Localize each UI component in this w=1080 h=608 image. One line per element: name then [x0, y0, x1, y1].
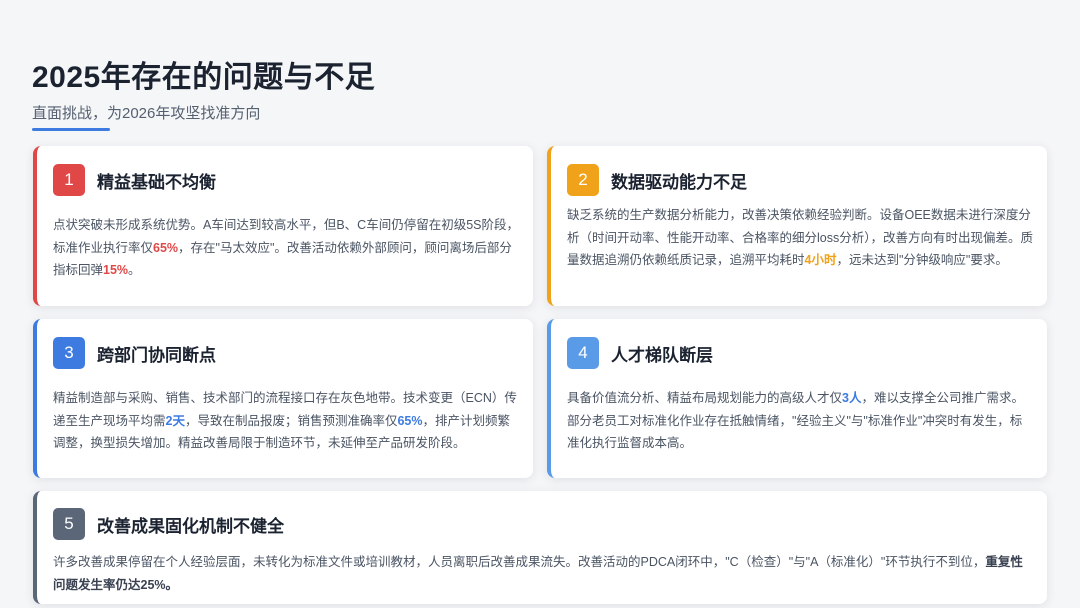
card-body: 具备价值流分析、精益布局规划能力的高级人才仅3人，难以支撑全公司推广需求。部分老…	[567, 387, 1033, 455]
title-underline	[32, 128, 110, 131]
card-header: 1 精益基础不均衡	[53, 164, 216, 196]
card-body: 许多改善成果停留在个人经验层面，未转化为标准文件或培训教材，人员离职后改善成果流…	[53, 551, 1033, 596]
card-title: 精益基础不均衡	[97, 172, 216, 192]
issue-card-2: 2 数据驱动能力不足 缺乏系统的生产数据分析能力，改善决策依赖经验判断。设备OE…	[547, 146, 1047, 306]
page-subtitle: 直面挑战，为2026年攻坚找准方向	[32, 105, 261, 122]
body-text: 。	[128, 263, 141, 277]
highlight-value: 2天	[165, 413, 185, 428]
card-number-badge: 4	[567, 337, 599, 369]
issue-card-5: 5 改善成果固化机制不健全 许多改善成果停留在个人经验层面，未转化为标准文件或培…	[33, 491, 1047, 604]
body-text: 许多改善成果停留在个人经验层面，未转化为标准文件或培训教材，人员离职后改善成果流…	[53, 555, 986, 569]
highlight-value: 3人	[842, 391, 862, 405]
card-body: 点状突破未形成系统优势。A车间达到较高水平，但B、C车间仍停留在初级5S阶段，标…	[53, 214, 519, 282]
body-text: 具备价值流分析、精益布局规划能力的高级人才仅	[567, 391, 843, 405]
card-header: 3 跨部门协同断点	[53, 337, 216, 369]
highlight-value: 65%	[397, 413, 423, 428]
page-title: 2025年存在的问题与不足	[32, 61, 376, 94]
highlight-value: 15%	[103, 263, 129, 277]
card-number-badge: 3	[53, 337, 85, 369]
issue-card-1: 1 精益基础不均衡 点状突破未形成系统优势。A车间达到较高水平，但B、C车间仍停…	[33, 146, 533, 306]
highlight-value: 4小时	[804, 253, 837, 267]
card-title: 跨部门协同断点	[97, 345, 216, 365]
card-number-badge: 1	[53, 164, 85, 196]
card-title: 改善成果固化机制不健全	[97, 516, 284, 536]
card-number-badge: 5	[53, 508, 85, 540]
card-header: 5 改善成果固化机制不健全	[53, 508, 284, 540]
issue-card-4: 4 人才梯队断层 具备价值流分析、精益布局规划能力的高级人才仅3人，难以支撑全公…	[547, 319, 1047, 478]
card-title: 人才梯队断层	[611, 345, 713, 365]
card-body: 精益制造部与采购、销售、技术部门的流程接口存在灰色地带。技术变更（ECN）传递至…	[53, 387, 519, 455]
card-number-badge: 2	[567, 164, 599, 196]
issue-card-3: 3 跨部门协同断点 精益制造部与采购、销售、技术部门的流程接口存在灰色地带。技术…	[33, 319, 533, 478]
body-text: ，远未达到"分钟级响应"要求。	[836, 253, 1008, 267]
highlight-value: 65%	[153, 240, 179, 255]
card-body: 缺乏系统的生产数据分析能力，改善决策依赖经验判断。设备OEE数据未进行深度分析（…	[567, 204, 1033, 272]
card-header: 4 人才梯队断层	[567, 337, 713, 369]
card-header: 2 数据驱动能力不足	[567, 164, 747, 196]
card-title: 数据驱动能力不足	[611, 172, 747, 192]
body-text: ，导致在制品报废；销售预测准确率仅	[184, 413, 398, 428]
